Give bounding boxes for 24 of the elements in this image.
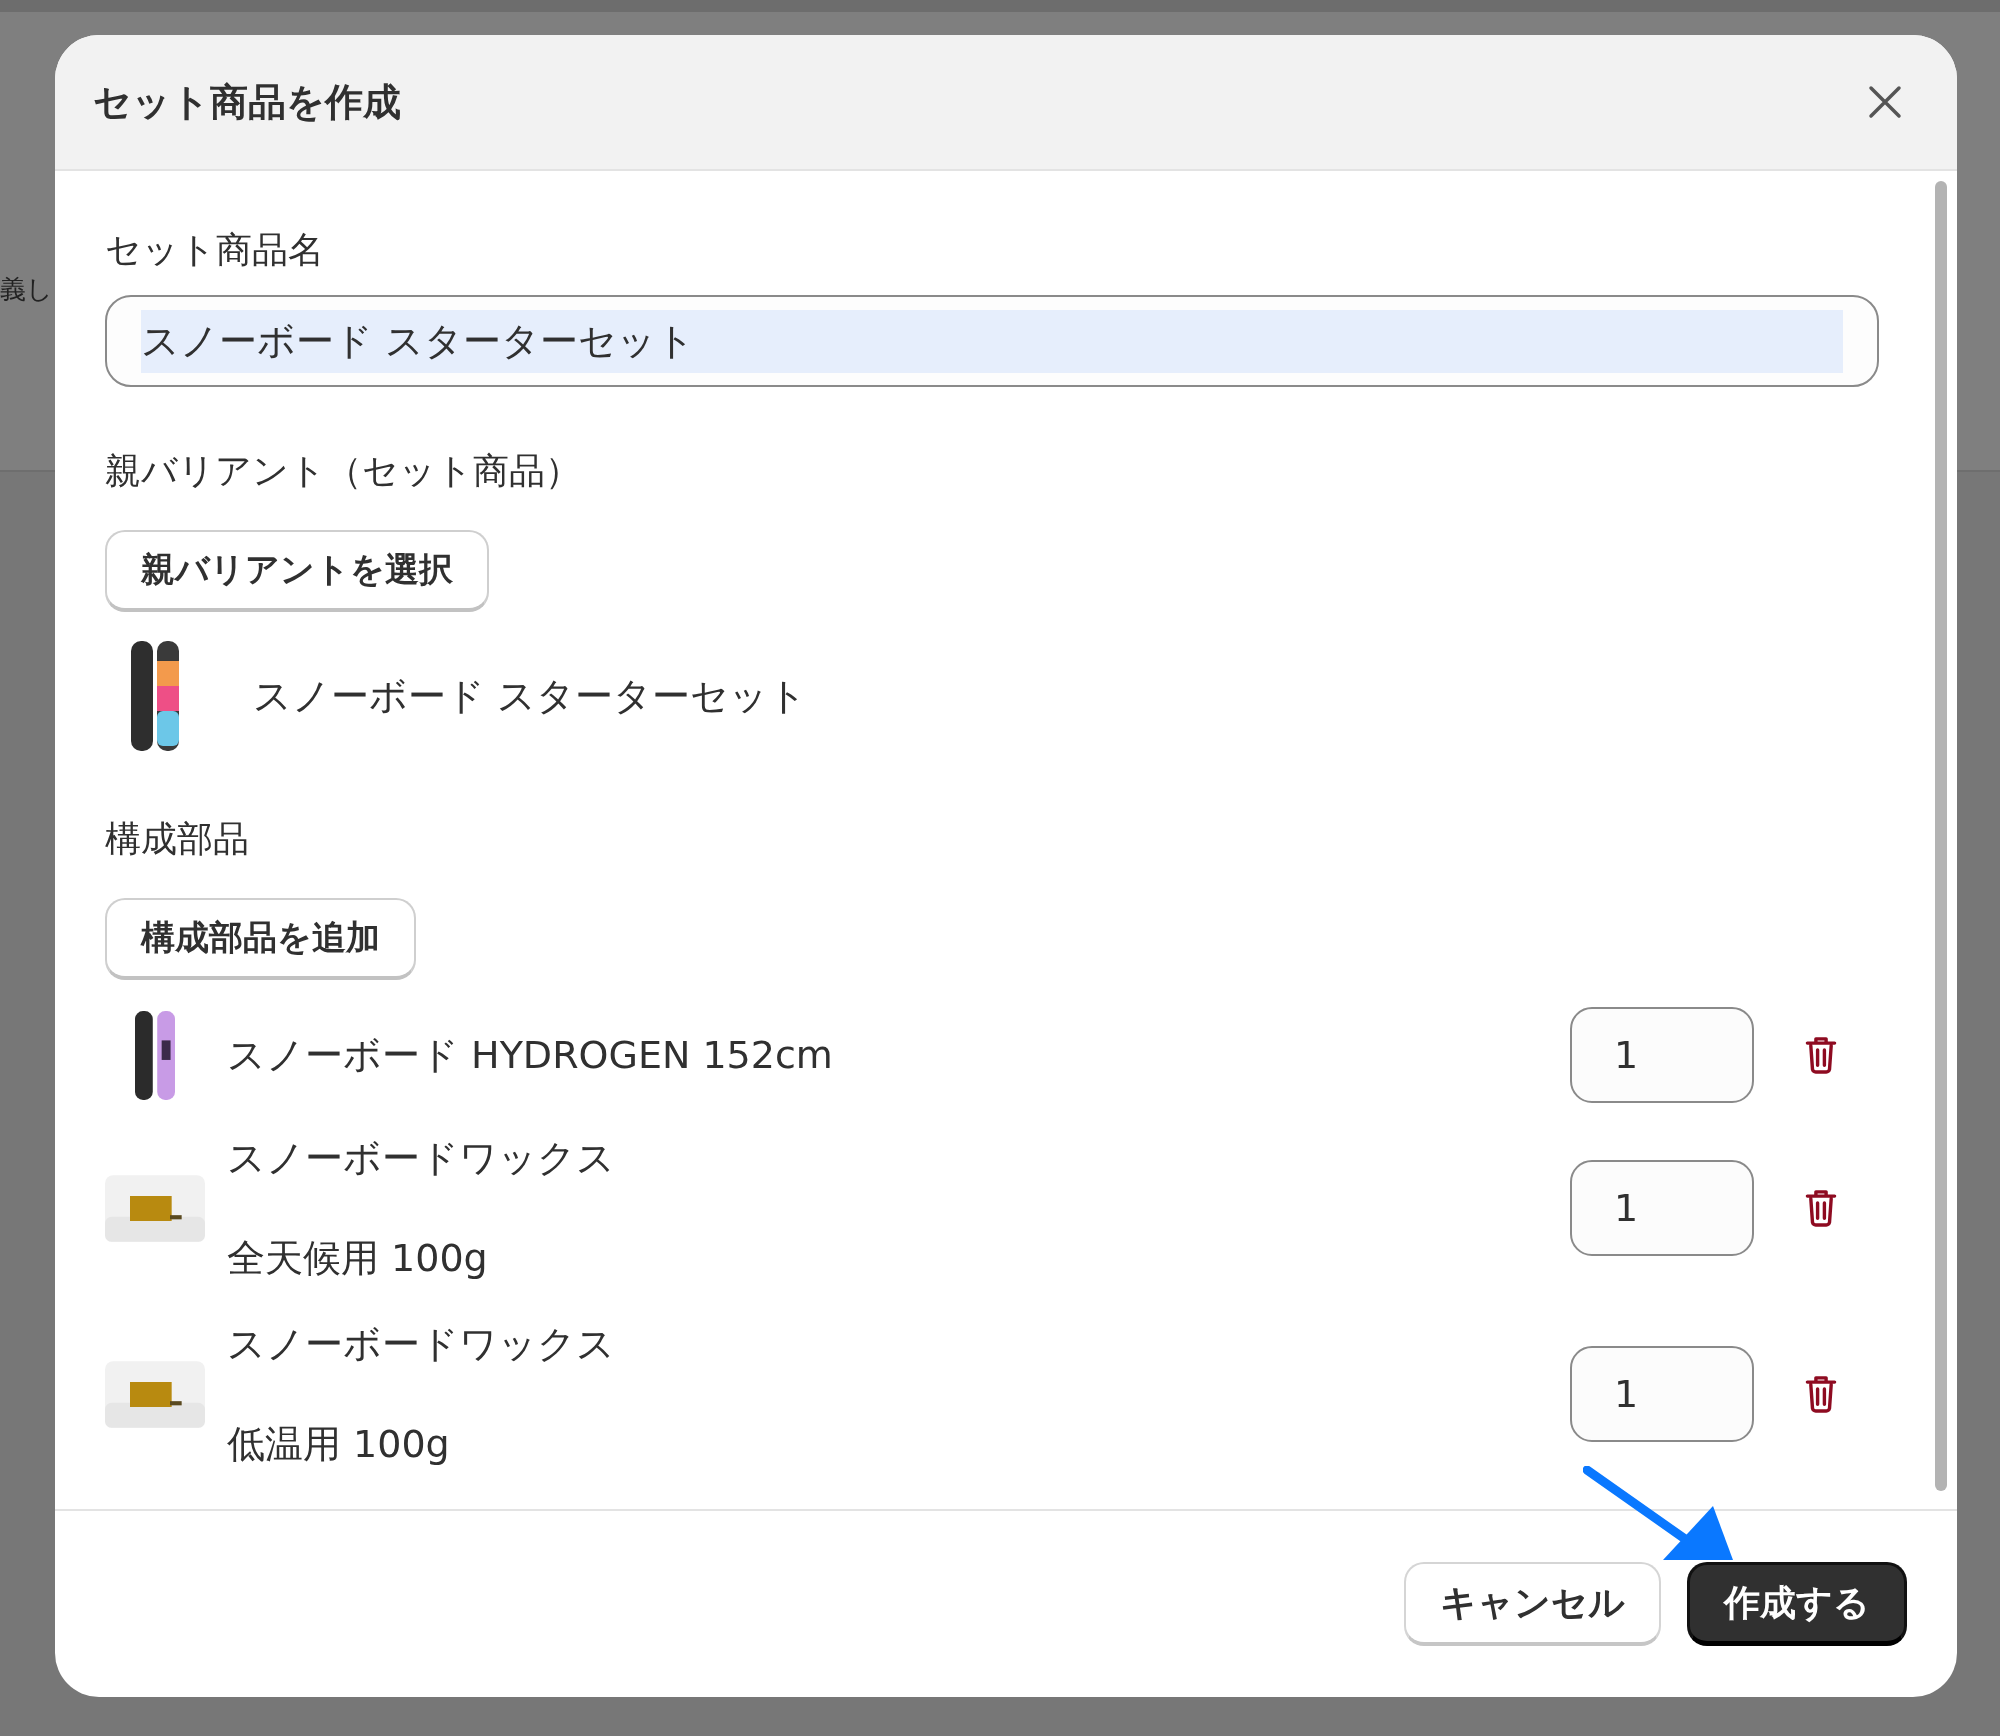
- product-name: スノーボードワックス: [227, 1321, 616, 1368]
- quantity-field[interactable]: 1: [1570, 1346, 1754, 1442]
- variant-name: 全天候用 100g: [227, 1235, 489, 1282]
- quantity-field[interactable]: 1: [1570, 1160, 1754, 1256]
- quantity-field[interactable]: 1: [1570, 1007, 1754, 1103]
- field-label: セット商品名: [105, 228, 324, 272]
- section-label: 構成部品: [105, 817, 249, 861]
- product-name: スノーボード HYDROGEN 152cm: [227, 1032, 834, 1079]
- trash-icon[interactable]: [1804, 1374, 1838, 1414]
- dialog-title: セット商品を作成: [93, 78, 401, 126]
- trash-icon[interactable]: [1804, 1035, 1838, 1075]
- create-button[interactable]: 作成する: [1687, 1562, 1907, 1646]
- field-value: スノーボード スターターセット: [141, 309, 1843, 373]
- section-label: 親バリアント（セット商品）: [105, 449, 581, 493]
- cancel-button[interactable]: キャンセル: [1404, 1562, 1661, 1646]
- background-text: 義し: [0, 273, 53, 306]
- product-name: スノーボード スターターセット: [253, 672, 808, 720]
- select-parent-button[interactable]: 親バリアントを選択: [105, 530, 489, 612]
- name-field[interactable]: スノーボード スターターセット: [105, 295, 1879, 387]
- scrollbar[interactable]: [1935, 181, 1947, 1491]
- product-name: スノーボードワックス: [227, 1135, 616, 1182]
- add-component-button[interactable]: 構成部品を追加: [105, 898, 416, 980]
- trash-icon[interactable]: [1804, 1188, 1838, 1228]
- variant-name: 低温用 100g: [227, 1421, 451, 1468]
